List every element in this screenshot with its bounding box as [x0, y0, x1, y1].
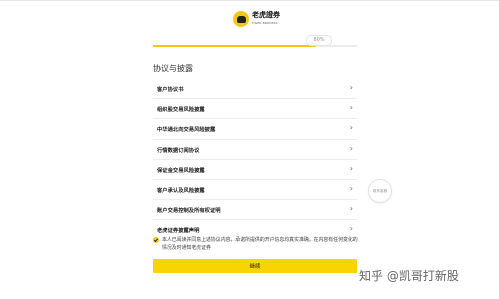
watermark: 知乎 @凯哥打新股	[359, 269, 459, 283]
chevron-right-icon: ›	[349, 163, 353, 173]
agreement-item-client-agreement[interactable]: 客户协议书 ›	[153, 79, 357, 100]
contact-support-button[interactable]: 联系客服	[368, 179, 392, 203]
chevron-right-icon: ›	[349, 224, 353, 234]
brand-name: 老虎證券	[252, 11, 280, 19]
agreement-label: 组织股交易风险披露	[157, 107, 205, 114]
progress-fill	[153, 45, 317, 47]
agreement-item-margin-risk[interactable]: 保证金交易风险披露 ›	[153, 160, 357, 180]
agreement-label: 中华通北向交易风险披露	[157, 127, 216, 134]
agreement-label: 账户交易控制及所有权证明	[157, 208, 221, 215]
chevron-right-icon: ›	[349, 183, 353, 193]
chevron-right-icon: ›	[349, 103, 353, 113]
agreement-item-northbound-risk[interactable]: 中华通北向交易风险披露 ›	[153, 119, 357, 140]
agreement-item-stock-risk[interactable]: 组织股交易风险披露 ›	[153, 99, 357, 120]
agreement-label: 客户协议书	[157, 87, 184, 93]
agreement-label: 保证金交易风险披露	[157, 167, 205, 174]
agreement-label: 客户承认及风险披露	[157, 187, 205, 194]
agreement-label: 老虎证券披露声明	[157, 228, 200, 235]
progress-label: 80%	[306, 35, 332, 46]
page-title: 协议与披露	[153, 64, 193, 73]
agreement-item-account-control[interactable]: 账户交易控制及所有权证明 ›	[153, 200, 357, 221]
brand-logo: 老虎證券 TIGER BROKERS	[233, 10, 293, 32]
chevron-right-icon: ›	[349, 83, 353, 92]
agreement-label: 行情数据订阅协议	[157, 147, 200, 154]
agreement-list: 客户协议书 › 组织股交易风险披露 › 中华通北向交易风险披露 › 行情数据订阅…	[153, 79, 357, 241]
top-divider	[0, 0, 499, 1]
consent-text: 本人已阅读并同意上述协议内容，承诺所提供的开户信息均真实准确，在内容有任何变化的…	[162, 237, 358, 251]
continue-button[interactable]: 继续	[153, 259, 357, 273]
agreement-item-market-data[interactable]: 行情数据订阅协议 ›	[153, 140, 357, 160]
tiger-logo-icon	[233, 11, 249, 27]
chevron-right-icon: ›	[349, 123, 353, 133]
agreement-item-client-acknowledgement[interactable]: 客户承认及风险披露 ›	[153, 180, 357, 201]
chevron-right-icon: ›	[349, 204, 353, 214]
brand-subtitle: TIGER BROKERS	[252, 21, 278, 25]
chevron-right-icon: ›	[349, 143, 353, 153]
consent-checkbox[interactable]	[153, 237, 159, 243]
